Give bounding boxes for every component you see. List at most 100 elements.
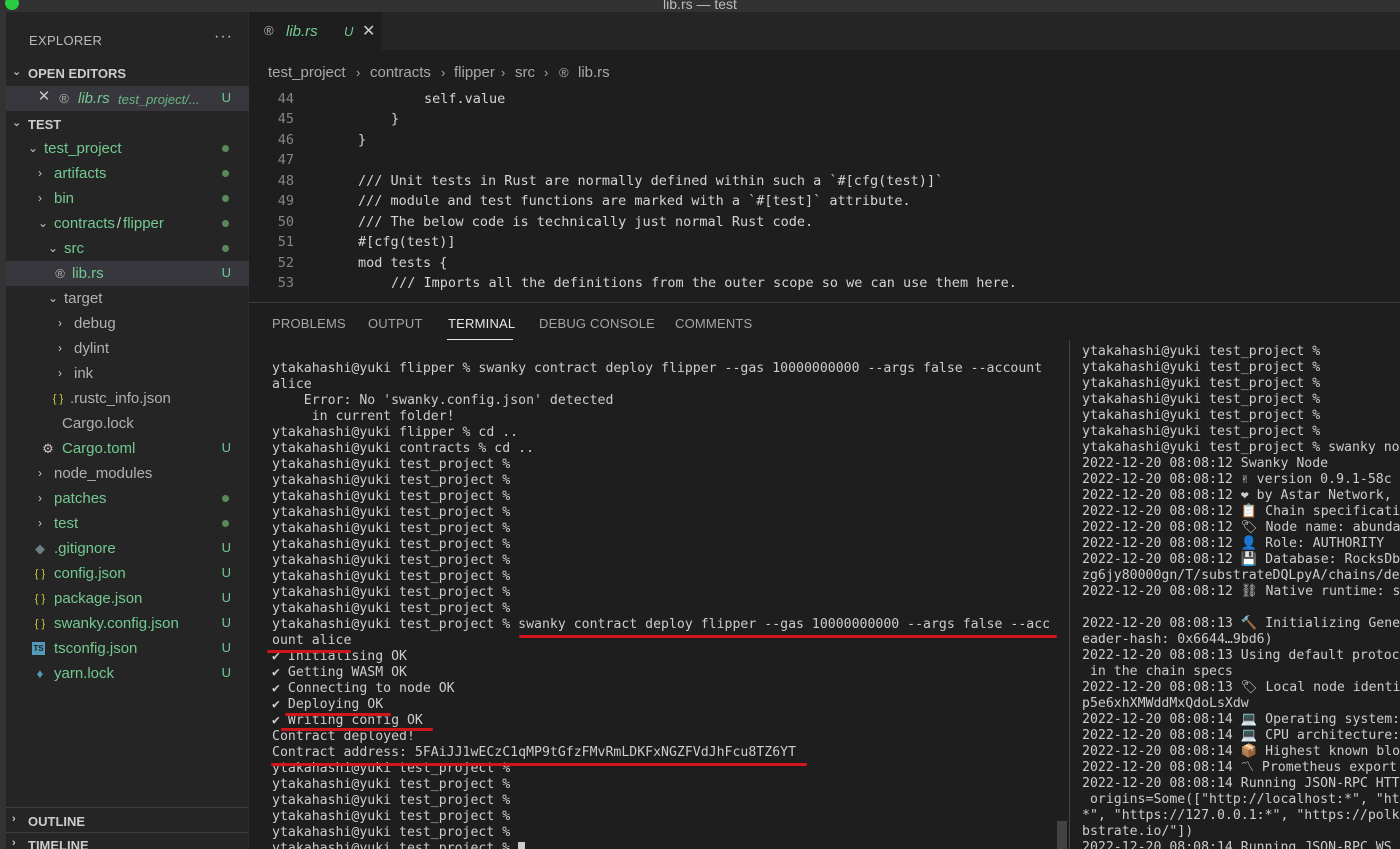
tree-file-swanky-config[interactable]: { } swanky.config.json U [6,611,249,636]
tree-file-gitignore[interactable]: ◆ .gitignore U [6,536,249,561]
tab-problems[interactable]: PROBLEMS [272,316,346,331]
terminal-line: ytakahashi@yuki test_project % [1082,408,1321,423]
annotation-underline [281,728,433,731]
tree-folder-node-modules[interactable]: › node_modules [6,461,249,486]
code-line: 48/// Unit tests in Rust are normally de… [277,173,944,189]
breadcrumb-item[interactable]: flipper [454,64,495,81]
untracked-badge: U [221,615,231,630]
terminal-line: ytakahashi@yuki test_project % [272,841,1062,849]
terminal-line: Error: No 'swanky.config.json' detected [272,393,614,408]
open-editor-path: test_project/... [118,92,200,107]
tree-item-label: config.json [54,565,126,582]
tree-folder-test[interactable]: › test [6,511,249,536]
tree-item-label: lib.rs [72,265,104,282]
code-line: 49/// module and test functions are mark… [277,193,911,209]
chevron-down-icon: ⌄ [48,241,59,255]
terminal-line: ytakahashi@yuki test_project % [272,585,511,600]
tree-folder-test-project[interactable]: ⌄ test_project [6,136,249,161]
tree-item-label: yarn.lock [54,665,115,682]
breadcrumb-item[interactable]: test_project [268,64,346,81]
terminal-line: ytakahashi@yuki flipper % swanky contrac… [272,361,1043,376]
chevron-right-icon: › [356,65,361,80]
chevron-down-icon: ⌄ [38,216,49,230]
tree-item-label: .rustc_info.json [70,390,171,407]
tree-file-cargo-lock[interactable]: Cargo.lock [6,411,249,436]
close-icon[interactable]: ✕ [36,89,52,105]
code-line: 46} [277,132,367,148]
timeline-section[interactable]: › TIMELINE [6,834,249,849]
open-editor-item[interactable]: ✕ ® lib.rs test_project/... U [6,86,249,111]
terminal-line: 2022-12-20 08:08:12 ⛓ Native runtime: s [1082,584,1400,599]
annotation-underline [519,635,1057,638]
code-editor[interactable]: 44 self.value 45} 46} 47 48/// Unit tests… [249,88,1400,302]
terminal-line: ytakahashi@yuki contracts % cd .. [272,441,535,456]
terminal-line: *", "https://127.0.0.1:*", "https://polk [1082,808,1400,823]
breadcrumb-item[interactable]: lib.rs [578,64,610,81]
breadcrumb-item[interactable]: contracts [370,64,431,81]
terminal-line: 2022-12-20 08:08:13 🔨 Initializing Gene [1082,616,1400,631]
tree-folder-bin[interactable]: › bin [6,186,249,211]
terminal-cursor [518,841,526,849]
terminal-line: ytakahashi@yuki test_project % [272,601,511,616]
modified-dot-icon [222,145,229,152]
tab-output[interactable]: OUTPUT [368,316,423,331]
tree-file-tsconfig[interactable]: TS tsconfig.json U [6,636,249,661]
tree-item-label: node_modules [54,465,153,482]
terminal-line: ✔ Connecting to node OK [272,681,455,696]
untracked-badge: U [221,640,231,655]
terminal-line: 2022-12-20 08:08:12 Swanky Node [1082,456,1329,471]
terminal-line: alice [272,377,312,392]
json-file-icon: { } [34,568,46,580]
tree-folder-contracts-flipper[interactable]: ⌄ contracts / flipper [6,211,249,236]
tab-lib-rs[interactable]: ® lib.rs U ✕ [249,12,381,50]
tab-debug-console[interactable]: DEBUG CONSOLE [539,316,655,331]
tree-folder-artifacts[interactable]: › artifacts [6,161,249,186]
terminal-right[interactable]: ytakahashi@yuki test_project % ytakahashi… [1082,344,1400,849]
untracked-badge: U [221,440,231,455]
workspace-section[interactable]: ⌄ TEST [6,113,249,135]
terminal-scrollbar[interactable] [1057,821,1067,849]
tree-folder-src[interactable]: ⌄ src [6,236,249,261]
chevron-right-icon: › [441,65,446,80]
tree-folder-target[interactable]: ⌄ target [6,286,249,311]
window-title: lib.rs — test [663,0,737,12]
outline-section[interactable]: › OUTLINE [6,810,249,832]
tree-item-label: package.json [54,590,143,607]
code-line: 44 self.value [277,91,506,107]
untracked-badge: U [221,565,231,580]
tree-file-yarn-lock[interactable]: ♦ yarn.lock U [6,661,249,686]
terminal-left[interactable]: ytakahashi@yuki flipper % swanky contrac… [272,361,1062,849]
tree-file-rustc-info[interactable]: { } .rustc_info.json [6,386,249,411]
terminal-line: ytakahashi@yuki test_project % [272,569,511,584]
modified-dot-icon [222,495,229,502]
more-actions-icon[interactable]: ··· [214,28,233,46]
chevron-right-icon: › [38,166,42,180]
tab-comments[interactable]: COMMENTS [675,316,752,331]
tree-file-package-json[interactable]: { } package.json U [6,586,249,611]
tree-folder-dylint[interactable]: › dylint [6,336,249,361]
chevron-right-icon: › [58,341,62,355]
tree-file-config-json[interactable]: { } config.json U [6,561,249,586]
tree-file-lib-rs[interactable]: ® lib.rs U [6,261,249,286]
terminal-split-divider[interactable] [1069,340,1070,849]
chevron-right-icon: › [12,837,16,849]
chevron-right-icon: › [38,191,42,205]
open-editors-section[interactable]: ⌄ OPEN EDITORS [6,62,249,84]
terminal-line: 2022-12-20 08:08:14 💻 Operating system: [1082,712,1400,727]
breadcrumb-item[interactable]: src [515,64,535,81]
close-icon[interactable]: ✕ [362,21,375,41]
tree-folder-debug[interactable]: › debug [6,311,249,336]
tree-folder-patches[interactable]: › patches [6,486,249,511]
tree-item-label: test [54,515,79,532]
terminal-line: p5e6xhXMWddMxQdoLsXdw [1082,696,1249,711]
chevron-down-icon: ⌄ [28,141,39,155]
terminal-line: 2022-12-20 08:08:12 🏷 Node name: abunda [1082,520,1400,535]
tab-terminal[interactable]: TERMINAL [448,316,515,331]
terminal-line: ytakahashi@yuki test_project % [1082,344,1321,359]
tree-file-cargo-toml[interactable]: ⚙ Cargo.toml U [6,436,249,461]
chevron-right-icon: › [58,316,62,330]
modified-dot-icon [222,220,229,227]
json-file-icon: { } [34,593,46,605]
rust-file-icon: ® [559,65,569,80]
tree-folder-ink[interactable]: › ink [6,361,249,386]
